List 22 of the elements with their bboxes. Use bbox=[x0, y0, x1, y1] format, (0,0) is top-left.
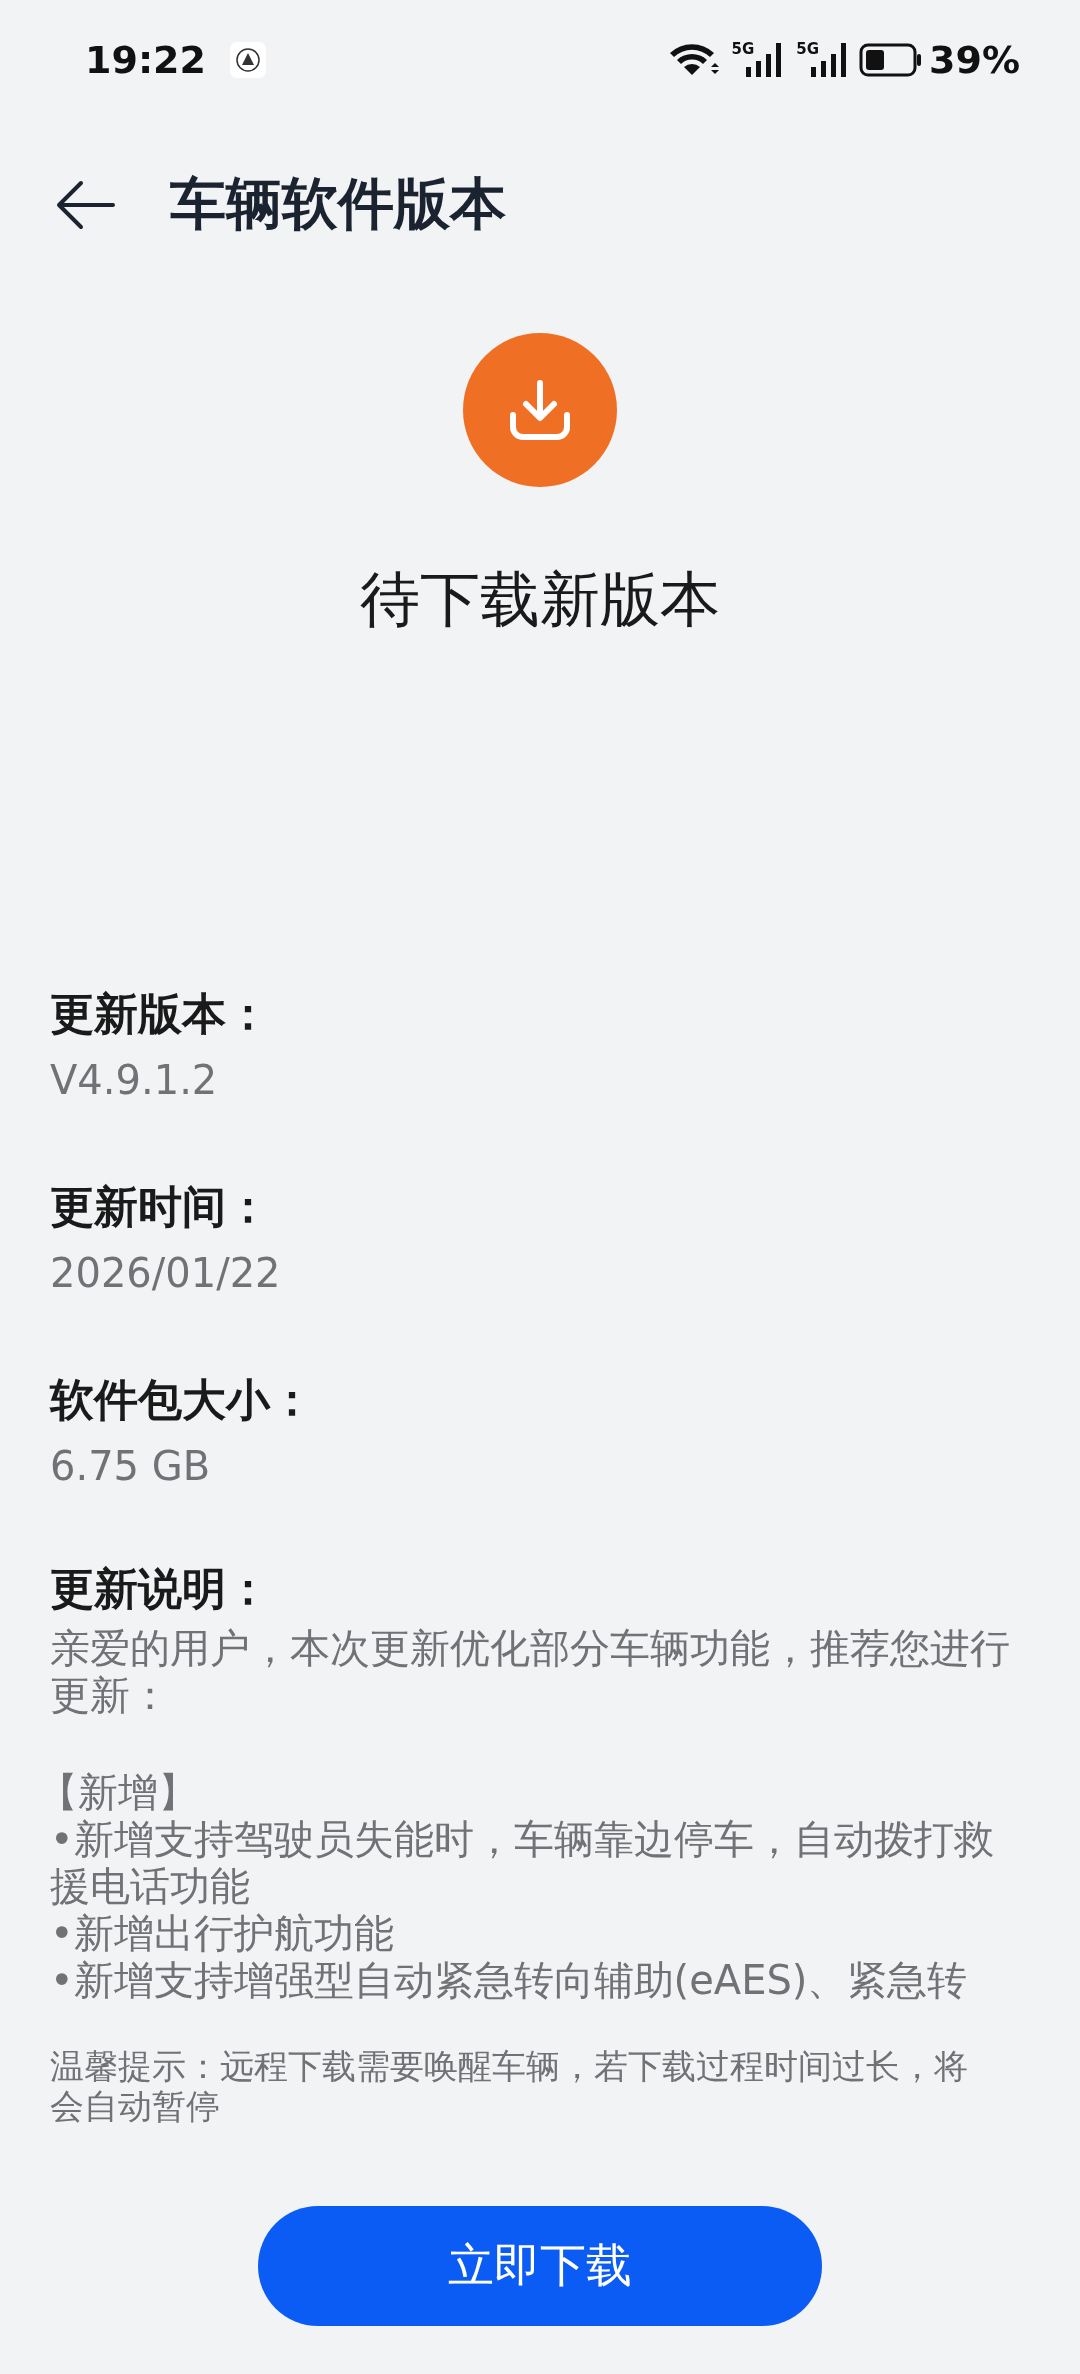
notes-item: •新增支持驾驶员失能时，车辆靠边停车，自动拨打救援电话功能 bbox=[50, 1816, 995, 1910]
info-value: 2026/01/22 bbox=[50, 1249, 282, 1298]
network-type: 5G bbox=[796, 40, 820, 58]
status-time: 19:22 bbox=[85, 38, 206, 82]
app-badge-icon bbox=[229, 42, 266, 78]
info-label: 软件包大小： bbox=[50, 1373, 315, 1427]
notes-heading: 【新增】 bbox=[38, 1769, 199, 1816]
info-label: 更新时间： bbox=[50, 1180, 271, 1234]
status-text: 待下载新版本 bbox=[360, 563, 720, 636]
notes-intro: 亲爱的用户，本次更新优化部分车辆功能，推荐您进行更新： bbox=[50, 1625, 1011, 1719]
notes-item: •新增出行护航功能 bbox=[50, 1910, 395, 1957]
page-title: 车辆软件版本 bbox=[170, 170, 506, 238]
info-label: 更新版本： bbox=[50, 987, 271, 1041]
tip-text: 温馨提示：远程下载需要唤醒车辆，若下载过程时间过长，将会自动暂停 bbox=[50, 2046, 969, 2126]
battery-percent: 39% bbox=[929, 38, 1020, 82]
battery-icon bbox=[859, 41, 924, 79]
download-button[interactable]: 立即下载 bbox=[258, 2206, 822, 2326]
notes-item: •新增支持增强型自动紧急转向辅助(eAES)、紧急转 bbox=[50, 1957, 969, 2004]
network-type: 5G bbox=[731, 40, 755, 58]
info-value: 6.75 GB bbox=[50, 1442, 212, 1491]
info-value: V4.9.1.2 bbox=[50, 1056, 219, 1105]
notes-label: 更新说明： bbox=[50, 1562, 271, 1616]
